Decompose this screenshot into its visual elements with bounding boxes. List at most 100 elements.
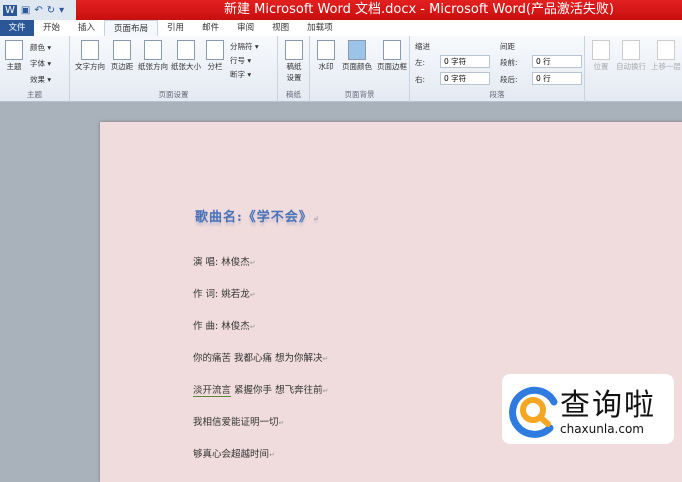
- line-text: 你的痛苦 我都心痛 想为你解决: [193, 353, 323, 364]
- page-borders-button[interactable]: 页面边框: [375, 40, 409, 72]
- grammar-underlined-text[interactable]: 淡开流言: [193, 385, 232, 397]
- tab-mailings[interactable]: 邮件: [193, 20, 228, 36]
- size-button[interactable]: 纸张大小: [170, 40, 202, 72]
- label: 页边距: [110, 62, 134, 71]
- doc-line: 演 唱: 林俊杰↵: [193, 254, 256, 268]
- line-text: 我相信爱能证明一切: [193, 417, 279, 428]
- indent-right-input[interactable]: 0 字符: [440, 72, 490, 85]
- text-direction-button[interactable]: 文字方向: [74, 40, 106, 72]
- orientation-button[interactable]: 纸张方向: [137, 40, 169, 72]
- bring-forward-button[interactable]: 上移一层: [649, 40, 682, 72]
- spacing-before-input[interactable]: 0 行: [532, 55, 582, 68]
- tab-file[interactable]: 文件: [0, 20, 34, 36]
- colors-button[interactable]: 颜色 ▾: [30, 42, 51, 53]
- song-title: 歌曲名:《学不会》↵: [195, 206, 320, 225]
- spacing-after-input[interactable]: 0 行: [532, 72, 582, 85]
- line-text: 够真心会超越时间: [193, 449, 270, 460]
- hyphenation-button[interactable]: 断字 ▾: [230, 69, 251, 80]
- ribbon-tabs: 文件 开始 插入 页面布局 引用 邮件 审阅 视图 加载项: [0, 20, 682, 36]
- label: 上移一层: [651, 62, 681, 71]
- line-text: 作 词: 姚若龙: [193, 289, 250, 300]
- title-bar: W ▣ ↶ ↻ ▾ 新建 Microsoft Word 文档.docx - Mi…: [0, 0, 682, 20]
- redo-icon[interactable]: ↻: [47, 5, 55, 16]
- indent-left-input[interactable]: 0 字符: [440, 55, 490, 68]
- logo-cn-text: 查询啦: [560, 388, 656, 423]
- page-color-button[interactable]: 页面颜色: [340, 40, 374, 72]
- tab-addins[interactable]: 加载项: [298, 20, 342, 36]
- breaks-button[interactable]: 分隔符 ▾: [230, 41, 259, 52]
- tab-review[interactable]: 审阅: [228, 20, 263, 36]
- wrap-text-button[interactable]: 自动换行: [615, 40, 647, 72]
- label: 稿纸 设置: [286, 62, 302, 82]
- tab-home[interactable]: 开始: [34, 20, 69, 36]
- label: 纸张大小: [171, 62, 201, 71]
- ribbon: 主题 颜色 ▾ 字体 ▾ 效果 ▾ 主题 文字方向 页边距 纸张方向 纸张大小 …: [0, 36, 682, 102]
- group-paragraph: 缩进 左: 0 字符 右: 0 字符 间距 段前: 0 行 段后: 0 行 段落: [410, 36, 585, 102]
- paragraph-mark: ↵: [322, 355, 329, 363]
- label: 页面边框: [377, 62, 407, 71]
- chaxunla-watermark-logo: 查询啦 chaxunla.com: [502, 374, 674, 444]
- doc-line: 作 曲: 林俊杰↵: [193, 318, 256, 332]
- label: 纸张方向: [138, 62, 168, 71]
- paragraph-mark: ↵: [322, 387, 329, 395]
- group-theme: 主题 颜色 ▾ 字体 ▾ 效果 ▾ 主题: [0, 36, 70, 102]
- label: 文字方向: [75, 62, 105, 71]
- customize-qat-icon[interactable]: ▾: [59, 5, 64, 16]
- group-label: 页面设置: [158, 90, 189, 99]
- bring-forward-icon: [657, 40, 675, 60]
- logo-en-text: chaxunla.com: [560, 422, 644, 436]
- save-icon[interactable]: ▣: [21, 5, 30, 16]
- doc-line: 淡开流言 紧握你手 想飞奔往前↵: [193, 382, 329, 397]
- group-label: 主题: [27, 90, 42, 99]
- spacing-label: 间距: [500, 42, 515, 51]
- paragraph-mark: ↵: [312, 214, 320, 223]
- fonts-button[interactable]: 字体 ▾: [30, 58, 51, 69]
- draft-settings-button[interactable]: 稿纸 设置: [284, 40, 304, 83]
- theme-icon: [5, 40, 23, 60]
- line-text: 作 曲: 林俊杰: [193, 321, 250, 332]
- label: 位置: [593, 62, 609, 71]
- position-icon: [592, 40, 610, 60]
- margins-icon: [113, 40, 131, 60]
- columns-button[interactable]: 分栏: [205, 40, 225, 72]
- line-numbers-button[interactable]: 行号 ▾: [230, 55, 251, 66]
- window-title: 新建 Microsoft Word 文档.docx - Microsoft Wo…: [76, 0, 682, 20]
- theme-button[interactable]: 主题: [3, 40, 25, 72]
- draft-icon: [285, 40, 303, 60]
- paper-size-icon: [177, 40, 195, 60]
- group-page-setup: 文字方向 页边距 纸张方向 纸张大小 分栏 分隔符 ▾ 行号 ▾ 断字 ▾ 页面…: [70, 36, 278, 102]
- indent-label: 缩进: [415, 42, 430, 51]
- title-text: 歌曲名:《学不会》: [195, 210, 313, 225]
- search-magnifier-logo-icon: [509, 386, 558, 438]
- doc-line: 够真心会超越时间↵: [193, 446, 275, 460]
- group-label: 稿纸: [286, 90, 301, 99]
- undo-icon[interactable]: ↶: [34, 5, 42, 16]
- line-text: 紧握你手 想飞奔往前: [234, 385, 323, 396]
- tab-page-layout[interactable]: 页面布局: [104, 20, 159, 36]
- position-button[interactable]: 位置: [589, 40, 613, 72]
- tab-insert[interactable]: 插入: [69, 20, 104, 36]
- tab-view[interactable]: 视图: [263, 20, 298, 36]
- paragraph-mark: ↵: [249, 323, 256, 331]
- group-arrange: 位置 自动换行 上移一层: [585, 36, 682, 102]
- indent-left-label: 左:: [415, 58, 426, 67]
- group-draft: 稿纸 设置 稿纸: [278, 36, 310, 102]
- paragraph-mark: ↵: [249, 291, 256, 299]
- watermark-icon: [317, 40, 335, 60]
- margins-button[interactable]: 页边距: [108, 40, 136, 72]
- spacing-before-label: 段前:: [500, 58, 518, 67]
- indent-right-label: 右:: [415, 75, 426, 84]
- orientation-icon: [144, 40, 162, 60]
- effects-button[interactable]: 效果 ▾: [30, 74, 51, 85]
- wrap-text-icon: [622, 40, 640, 60]
- doc-line: 我相信爱能证明一切↵: [193, 414, 284, 428]
- watermark-button[interactable]: 水印: [314, 40, 338, 72]
- label: 页面颜色: [342, 62, 372, 71]
- paragraph-mark: ↵: [278, 419, 285, 427]
- quick-access-toolbar: W ▣ ↶ ↻ ▾: [0, 0, 76, 20]
- group-label: 页面背景: [344, 90, 375, 99]
- word-icon: W: [3, 4, 17, 16]
- theme-label: 主题: [6, 62, 22, 71]
- tab-references[interactable]: 引用: [158, 20, 193, 36]
- label: 水印: [318, 62, 334, 71]
